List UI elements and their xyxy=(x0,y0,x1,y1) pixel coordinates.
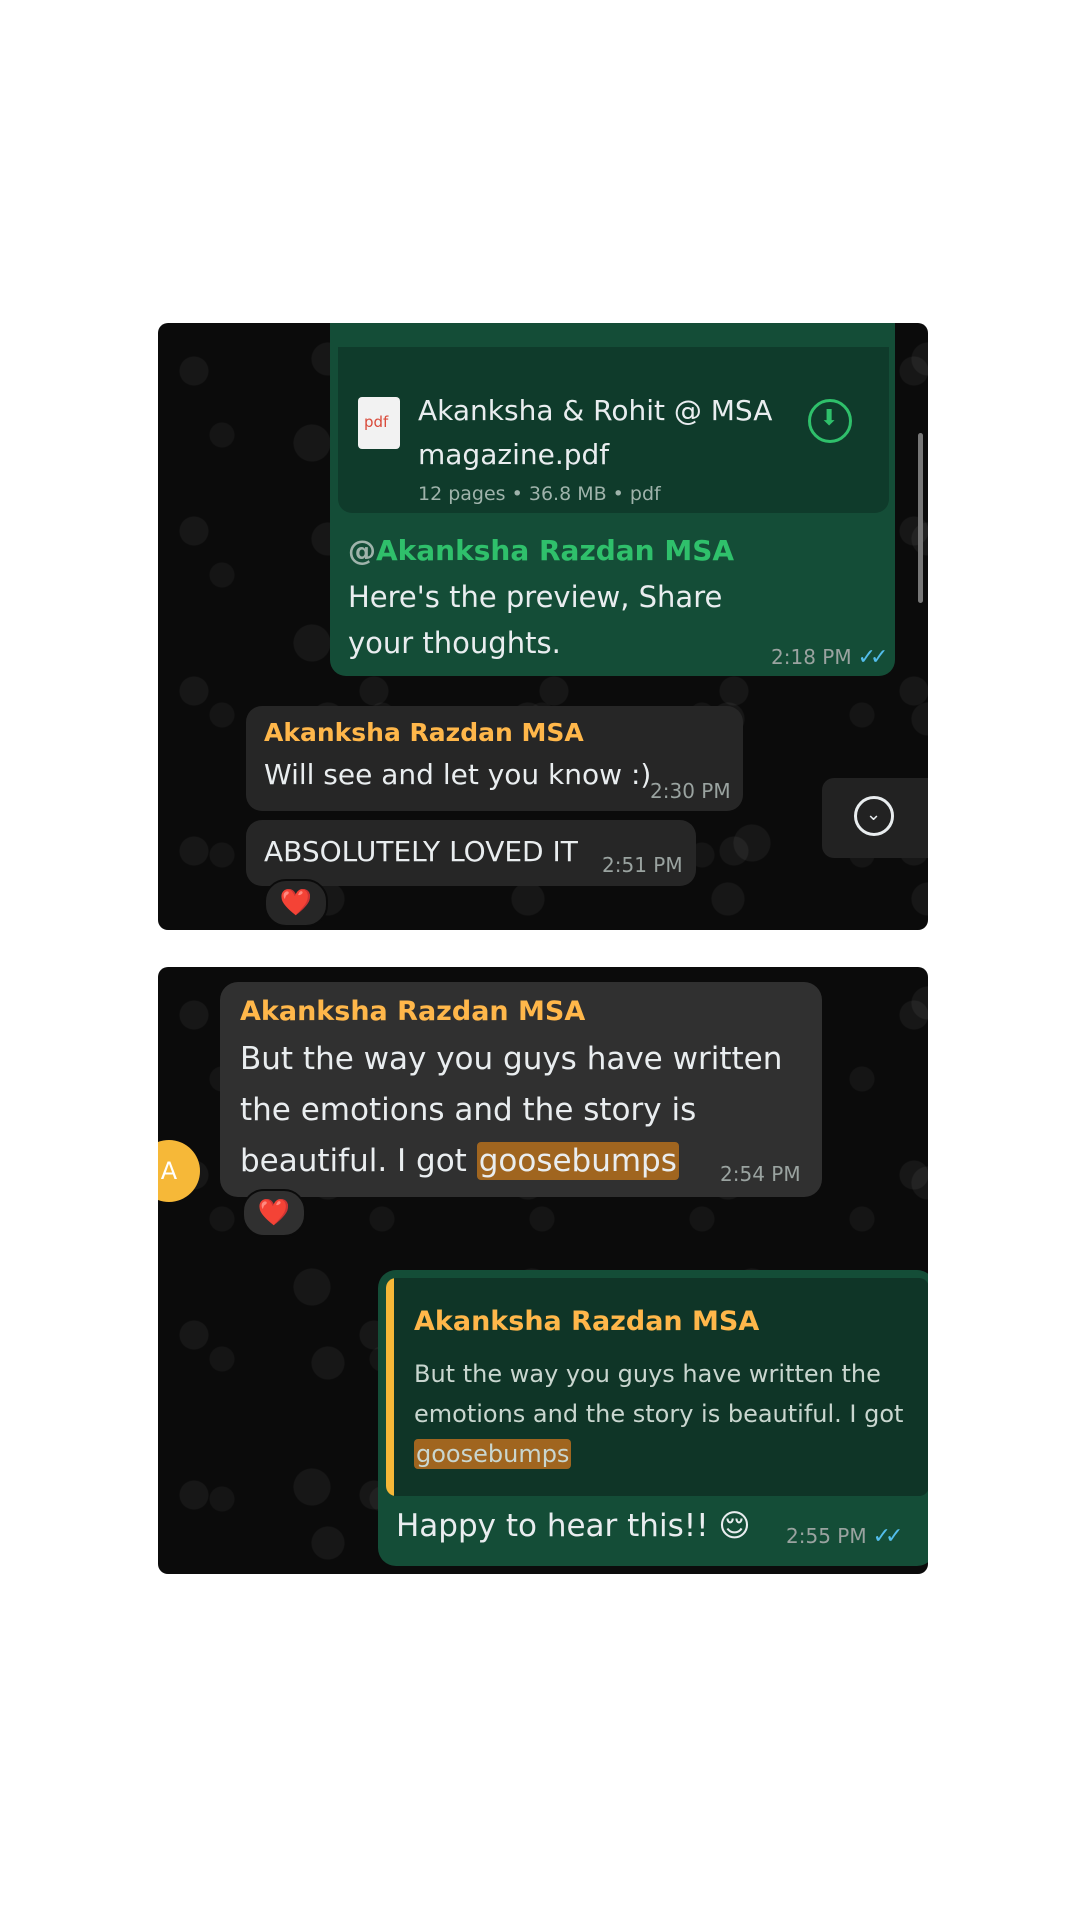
pdf-file-name: Akanksha & Rohit @ MSA magazine.pdf xyxy=(418,394,773,471)
chat-screenshot-bottom: A Akanksha Razdan MSA But the way you gu… xyxy=(158,967,928,1574)
time-text: 2:18 PM xyxy=(771,645,852,669)
message-time: 2:30 PM xyxy=(650,779,731,803)
chevron-down-icon: ⌄ xyxy=(854,796,894,836)
message-text: Happy to hear this!! 😌 xyxy=(396,1508,751,1544)
message-time: 2:55 PM ✓✓ xyxy=(786,1524,904,1549)
time-text: 2:55 PM xyxy=(786,1524,867,1548)
sender-name: Akanksha Razdan MSA xyxy=(240,996,586,1027)
message-time: 2:54 PM xyxy=(720,1162,801,1186)
incoming-message[interactable]: Akanksha Razdan MSA But the way you guys… xyxy=(220,982,822,1197)
sender-name: Akanksha Razdan MSA xyxy=(264,718,584,747)
quoted-text-body: But the way you guys have written the em… xyxy=(414,1360,904,1428)
highlighted-word: goosebumps xyxy=(476,1142,679,1180)
mention-name: Akanksha Razdan MSA xyxy=(376,534,735,567)
pdf-attachment-card[interactable]: pdf Akanksha & Rohit @ MSA magazine.pdf … xyxy=(338,347,889,513)
heart-reaction[interactable]: ❤️ xyxy=(242,1189,306,1237)
caption-text: Here's the preview, Share your thoughts. xyxy=(348,580,723,660)
pdf-icon-label: pdf xyxy=(364,413,389,431)
quoted-message[interactable]: Akanksha Razdan MSA But the way you guys… xyxy=(386,1278,928,1496)
mention[interactable]: @Akanksha Razdan MSA xyxy=(348,528,778,574)
heart-reaction[interactable]: ❤️ xyxy=(264,879,328,927)
incoming-message[interactable]: Akanksha Razdan MSA Will see and let you… xyxy=(246,706,743,811)
message-text: Will see and let you know :) xyxy=(264,758,652,791)
download-icon: ⬇ xyxy=(820,406,839,431)
pdf-file-icon: pdf xyxy=(358,397,400,449)
quoted-highlighted-word: goosebumps xyxy=(414,1439,572,1469)
message-time: 2:51 PM xyxy=(602,853,683,877)
download-button[interactable]: ⬇ xyxy=(808,399,852,443)
message-text: ABSOLUTELY LOVED IT xyxy=(264,835,578,868)
scrollbar[interactable] xyxy=(918,433,923,603)
pdf-file-meta: 12 pages • 36.8 MB • pdf xyxy=(418,483,661,505)
message-text: But the way you guys have written the em… xyxy=(240,1034,800,1187)
chat-screenshot-top: pdf Akanksha & Rohit @ MSA magazine.pdf … xyxy=(158,323,928,930)
quote-accent-bar xyxy=(386,1278,394,1496)
scroll-to-bottom-button[interactable]: ⌄ xyxy=(822,778,928,858)
avatar[interactable]: A xyxy=(158,1140,200,1202)
double-check-icon: ✓✓ xyxy=(872,1524,904,1549)
pdf-caption: @Akanksha Razdan MSA Here's the preview,… xyxy=(348,528,778,666)
outgoing-reply-message[interactable]: Akanksha Razdan MSA But the way you guys… xyxy=(378,1270,928,1566)
message-time: 2:18 PM ✓✓ xyxy=(771,645,889,670)
quoted-sender-name: Akanksha Razdan MSA xyxy=(414,1306,760,1337)
double-check-icon: ✓✓ xyxy=(857,645,889,670)
mention-at: @ xyxy=(348,534,376,567)
quoted-text: But the way you guys have written the em… xyxy=(414,1354,919,1474)
incoming-message[interactable]: ABSOLUTELY LOVED IT 2:51 PM xyxy=(246,820,696,886)
